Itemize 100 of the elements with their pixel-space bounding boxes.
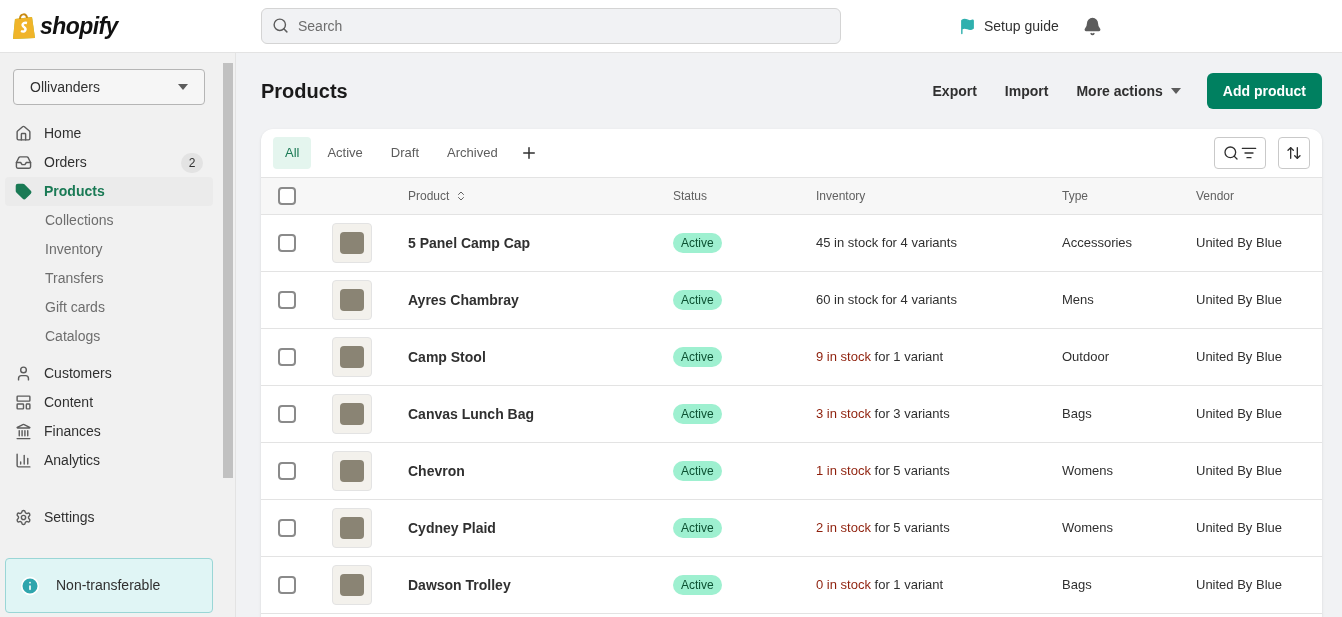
checkbox[interactable] <box>278 462 296 480</box>
product-name[interactable]: Ayres Chambray <box>408 289 519 311</box>
status-badge: Active <box>673 347 722 367</box>
add-product-button[interactable]: Add product <box>1206 73 1322 109</box>
photo-placeholder <box>332 394 372 434</box>
column-header: Vendor <box>1196 188 1235 205</box>
product-name[interactable]: 5 Panel Camp Cap <box>408 232 531 254</box>
filter-tab[interactable]: All <box>273 137 312 169</box>
sort-button[interactable] <box>1278 137 1310 169</box>
info-icon <box>20 575 40 596</box>
filter-tab[interactable]: Archived <box>435 137 510 169</box>
photo-placeholder <box>332 223 372 263</box>
checkbox[interactable] <box>278 405 296 423</box>
inventory-text: 1 in stock for 5 variants <box>816 462 950 481</box>
vendor-text: United By Blue <box>1196 291 1282 310</box>
inventory-text: 0 in stock for 1 variant <box>816 576 944 595</box>
nav-subitem[interactable]: Catalogs <box>5 322 213 351</box>
product-name[interactable]: Camp Stool <box>408 346 486 368</box>
nav-subitem[interactable]: Inventory <box>5 235 213 264</box>
filter-icon <box>1241 145 1257 161</box>
nav-subitem[interactable]: Transfers <box>5 264 213 293</box>
checkbox[interactable] <box>278 576 296 594</box>
more-actions-button[interactable]: More actions <box>1062 80 1195 102</box>
filter-tab[interactable]: Draft <box>378 137 432 169</box>
vendor-text: United By Blue <box>1196 234 1282 253</box>
inventory-text: 45 in stock for 4 variants <box>816 234 957 253</box>
nav-item[interactable]: Content <box>5 388 213 417</box>
photo-placeholder <box>332 508 372 548</box>
nav-subitem[interactable]: Collections <box>5 206 213 235</box>
status-badge: Active <box>673 233 722 253</box>
checkbox[interactable] <box>278 519 296 537</box>
vendor-text: United By Blue <box>1196 348 1282 367</box>
notice-text: Non-transferable <box>56 576 161 595</box>
inventory-text: 2 in stock for 5 variants <box>816 519 950 538</box>
photo-placeholder <box>332 451 372 491</box>
bank-icon <box>15 423 32 440</box>
nav-subitem[interactable]: Gift cards <box>5 293 213 322</box>
home-icon <box>15 125 32 142</box>
nav-item[interactable]: Settings <box>5 503 213 532</box>
bar-chart-icon <box>15 452 32 469</box>
type-text: Mens <box>1062 291 1094 310</box>
checkbox[interactable] <box>278 234 296 252</box>
type-text: Accessories <box>1062 234 1133 253</box>
inventory-text: 60 in stock for 4 variants <box>816 291 957 310</box>
settings-icon <box>15 509 32 526</box>
vendor-text: United By Blue <box>1196 462 1282 481</box>
search-icon <box>272 17 289 34</box>
inventory-text: 3 in stock for 3 variants <box>816 405 950 424</box>
vendor-text: United By Blue <box>1196 519 1282 538</box>
checkbox[interactable] <box>278 291 296 309</box>
header-action-button[interactable]: Import <box>990 80 1063 102</box>
type-text: Outdoor <box>1062 348 1109 367</box>
checkbox[interactable] <box>278 348 296 366</box>
column-header[interactable]: Product <box>408 187 468 205</box>
sort-icon <box>1286 145 1302 161</box>
type-text: Bags <box>1062 576 1092 595</box>
column-header: Inventory <box>816 188 866 205</box>
photo-placeholder <box>332 337 372 377</box>
photo-placeholder <box>332 565 372 605</box>
inbox-icon <box>15 154 32 171</box>
store-selector[interactable]: Ollivanders <box>13 69 205 105</box>
status-badge: Active <box>673 290 722 310</box>
status-badge: Active <box>673 518 722 538</box>
caret-icon <box>1170 88 1181 94</box>
search-field[interactable]: Search <box>261 8 841 44</box>
nav-item[interactable]: Customers <box>5 359 213 388</box>
count-badge: 2 <box>181 152 203 173</box>
vendor-text: United By Blue <box>1196 405 1282 424</box>
person-icon <box>15 365 32 382</box>
product-name[interactable]: Cydney Plaid <box>408 517 496 539</box>
vendor-text: United By Blue <box>1196 576 1282 595</box>
status-badge: Active <box>673 575 722 595</box>
content-icon <box>15 394 32 411</box>
product-name[interactable]: Chevron <box>408 460 465 482</box>
flag-icon <box>959 17 976 35</box>
inventory-text: 9 in stock for 1 variant <box>816 348 944 367</box>
nav-item[interactable]: Products <box>5 177 213 206</box>
column-header: Status <box>673 188 708 205</box>
checkbox[interactable] <box>278 187 296 205</box>
type-text: Womens <box>1062 462 1114 481</box>
status-badge: Active <box>673 461 722 481</box>
nav-item[interactable]: Home <box>5 119 213 148</box>
bell-icon[interactable] <box>1082 16 1102 36</box>
nav-item[interactable]: Orders 2 <box>5 148 213 177</box>
product-name[interactable]: Dawson Trolley <box>408 574 511 596</box>
nav-item[interactable]: Analytics <box>5 446 213 475</box>
status-badge: Active <box>673 404 722 424</box>
type-text: Bags <box>1062 405 1092 424</box>
type-text: Womens <box>1062 519 1114 538</box>
nav-item[interactable]: Finances <box>5 417 213 446</box>
header-action-button[interactable]: Export <box>918 80 991 102</box>
product-name[interactable]: Canvas Lunch Bag <box>408 403 535 425</box>
setup-guide-button[interactable]: Setup guide <box>959 15 1059 37</box>
page-title: Products <box>261 79 349 104</box>
tag-icon <box>15 183 32 200</box>
caret-icon <box>178 84 188 90</box>
column-header: Type <box>1062 188 1088 205</box>
filter-tab[interactable]: Active <box>315 137 375 169</box>
search-filter-button[interactable] <box>1214 137 1266 169</box>
photo-placeholder <box>332 280 372 320</box>
